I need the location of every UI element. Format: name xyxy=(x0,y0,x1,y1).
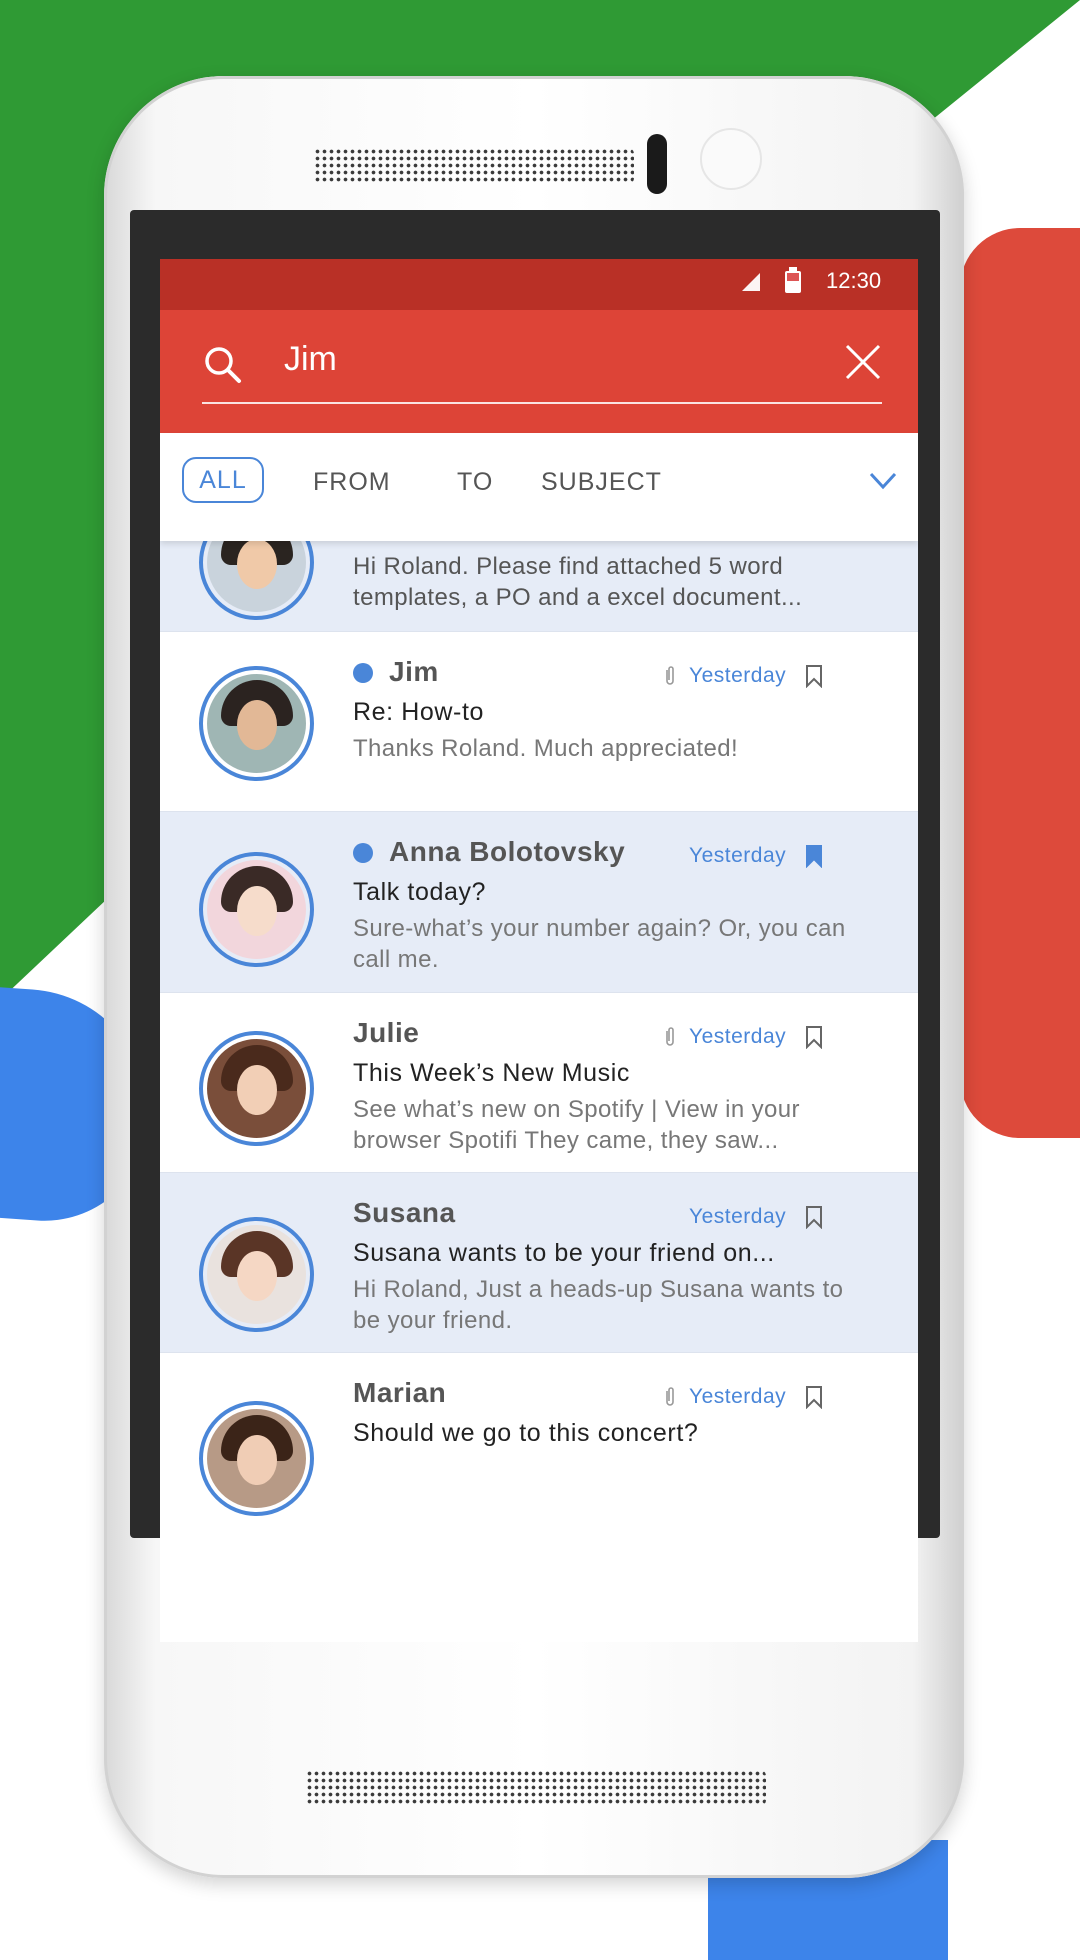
bookmark-icon[interactable] xyxy=(805,1025,823,1049)
app-screen: 12:30 Jim ALL FROM TO SUBJECT Hi Roland.… xyxy=(160,259,918,1642)
avatar xyxy=(199,666,314,781)
message-preview: Hi Roland. Please find attached 5 word t… xyxy=(353,553,803,611)
message-row[interactable]: Jim Yesterday Re: How-to Thanks Roland. … xyxy=(160,632,918,812)
battery-icon xyxy=(785,267,801,293)
sender-name: Jim xyxy=(389,656,439,687)
bookmark-icon[interactable] xyxy=(805,1205,823,1229)
message-date: Yesterday xyxy=(689,844,787,867)
attachment-icon xyxy=(666,1387,674,1406)
proximity-sensor xyxy=(647,134,667,194)
avatar xyxy=(199,1401,314,1516)
message-subject: Susana wants to be your friend on... xyxy=(353,1239,775,1267)
message-subject: Should we go to this concert? xyxy=(353,1419,699,1447)
message-subject: Re: How-to xyxy=(353,698,485,726)
sender-name: Marian xyxy=(353,1377,447,1408)
avatar xyxy=(199,1031,314,1146)
search-bar: Jim xyxy=(160,310,918,433)
message-subject: Talk today? xyxy=(353,878,487,906)
message-preview: Hi Roland, Just a heads-up Susana wants … xyxy=(353,1276,844,1334)
message-row[interactable]: Anna Bolotovsky Yesterday Talk today? Su… xyxy=(160,812,918,993)
message-row[interactable]: Hi Roland. Please find attached 5 word t… xyxy=(160,505,918,632)
attachment-icon xyxy=(666,666,674,685)
status-bar: 12:30 xyxy=(160,259,918,310)
bookmark-icon[interactable] xyxy=(805,664,823,688)
filter-all-chip[interactable]: ALL xyxy=(182,457,264,503)
avatar xyxy=(199,1217,314,1332)
filter-to-chip[interactable]: TO xyxy=(457,468,493,497)
avatar xyxy=(199,852,314,967)
front-camera xyxy=(700,128,762,190)
message-preview: Thanks Roland. Much appreciated! xyxy=(353,735,739,762)
message-row[interactable]: Susana Yesterday Susana wants to be your… xyxy=(160,1173,918,1353)
message-date: Yesterday xyxy=(689,664,787,687)
speaker-grille-top xyxy=(314,148,634,184)
search-icon[interactable] xyxy=(202,344,242,384)
chevron-down-icon[interactable] xyxy=(868,469,898,493)
message-date: Yesterday xyxy=(689,1385,787,1408)
search-underline xyxy=(202,402,882,404)
message-preview: See what’s new on Spotify | View in your… xyxy=(353,1096,800,1154)
unread-dot xyxy=(353,843,373,863)
message-preview: Sure-what’s your number again? Or, you c… xyxy=(353,915,846,973)
sender-name: Susana xyxy=(353,1197,456,1228)
search-input[interactable]: Jim xyxy=(284,340,337,379)
filter-bar: ALL FROM TO SUBJECT xyxy=(160,433,918,541)
sender-name: Julie xyxy=(353,1017,420,1048)
signal-icon xyxy=(742,273,760,291)
background-red-shape xyxy=(960,228,1080,1138)
filter-from-chip[interactable]: FROM xyxy=(313,468,391,497)
speaker-grille-bottom xyxy=(306,1770,766,1806)
close-icon[interactable] xyxy=(843,342,883,382)
attachment-icon xyxy=(666,1027,674,1046)
bookmark-icon[interactable] xyxy=(805,844,823,868)
bookmark-icon[interactable] xyxy=(805,1385,823,1409)
unread-dot xyxy=(353,663,373,683)
message-subject: This Week’s New Music xyxy=(353,1059,631,1087)
message-date: Yesterday xyxy=(689,1025,787,1048)
filter-subject-chip[interactable]: SUBJECT xyxy=(541,468,662,497)
sender-name: Anna Bolotovsky xyxy=(389,836,626,867)
message-row[interactable]: Julie Yesterday This Week’s New Music Se… xyxy=(160,993,918,1173)
status-time: 12:30 xyxy=(826,268,882,293)
message-row[interactable]: Marian Yesterday Should we go to this co… xyxy=(160,1353,918,1553)
message-date: Yesterday xyxy=(689,1205,787,1228)
